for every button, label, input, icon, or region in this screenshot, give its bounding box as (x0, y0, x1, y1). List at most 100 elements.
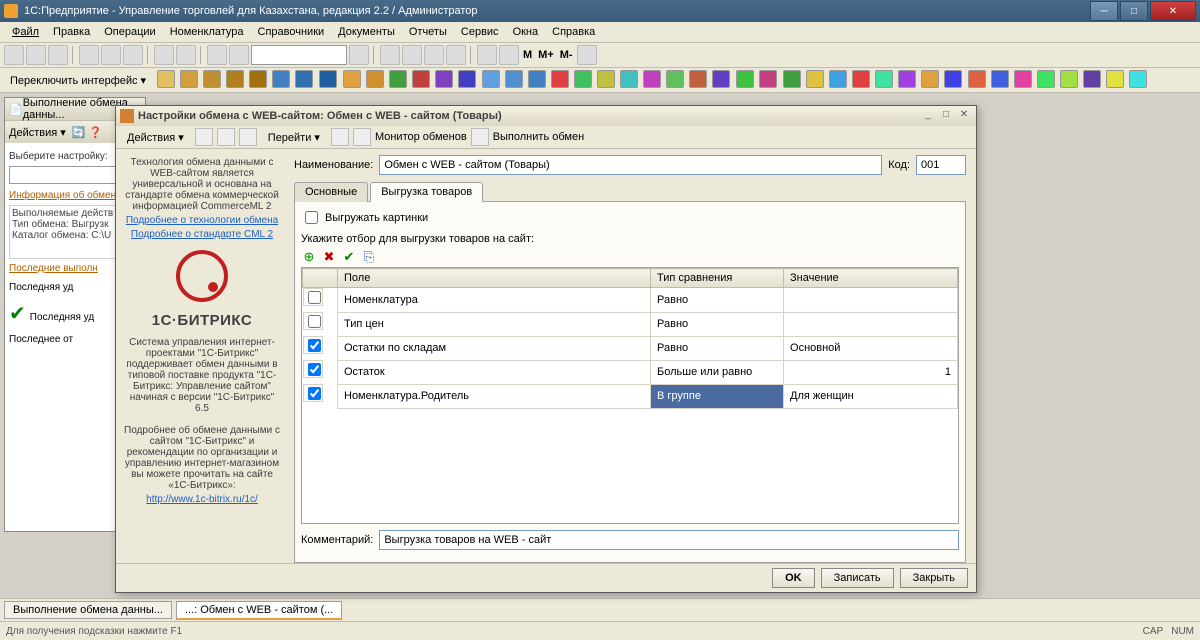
tb2-icon[interactable] (226, 70, 244, 88)
tb2-icon[interactable] (343, 70, 361, 88)
table-row[interactable]: Остатки по складамРавноОсновной (303, 336, 958, 360)
tb2-icon[interactable] (620, 70, 638, 88)
col-field[interactable]: Поле (338, 269, 651, 288)
dialog-close-button[interactable]: ✕ (956, 109, 972, 123)
tb2-icon[interactable] (551, 70, 569, 88)
tb2-icon[interactable] (1129, 70, 1147, 88)
tb2-icon[interactable] (505, 70, 523, 88)
dlg-refresh-icon[interactable] (239, 128, 257, 146)
menu-windows[interactable]: Окна (507, 24, 545, 40)
tb2-icon[interactable] (272, 70, 290, 88)
table-row[interactable]: Тип ценРавно (303, 312, 958, 336)
side-link-tech[interactable]: Подробнее о технологии обмена (122, 215, 282, 226)
tb2-icon[interactable] (412, 70, 430, 88)
col-compare[interactable]: Тип сравнения (651, 269, 784, 288)
dlg-monitor[interactable]: Монитор обменов (375, 131, 467, 143)
tb-print-icon[interactable] (154, 45, 174, 65)
col-value[interactable]: Значение (784, 269, 958, 288)
menu-nomenclature[interactable]: Номенклатура (164, 24, 250, 40)
zoom-in-plus[interactable]: M+ (536, 49, 556, 61)
tb2-icon[interactable] (435, 70, 453, 88)
tb-find-icon[interactable] (176, 45, 196, 65)
dlg-add-icon[interactable] (195, 128, 213, 146)
tb-undo-icon[interactable] (207, 45, 227, 65)
dlg-help-icon[interactable] (331, 128, 349, 146)
tb-copy-icon[interactable] (101, 45, 121, 65)
bgwin-actions[interactable]: Действия ▾ (9, 126, 66, 139)
tb2-icon[interactable] (249, 70, 267, 88)
tb2-icon[interactable] (597, 70, 615, 88)
table-row[interactable]: Номенклатура.РодительВ группеДля женщин (303, 384, 958, 408)
tb2-icon[interactable] (1060, 70, 1078, 88)
dialog-max-button[interactable]: □ (938, 109, 954, 123)
tb-paste-icon[interactable] (123, 45, 143, 65)
tb2-icon[interactable] (852, 70, 870, 88)
tb2-icon[interactable] (482, 70, 500, 88)
tb-tag-icon[interactable] (499, 45, 519, 65)
tb-help-icon[interactable] (446, 45, 466, 65)
tb2-icon[interactable] (389, 70, 407, 88)
code-input[interactable] (916, 155, 966, 175)
dlg-run-icon[interactable] (471, 128, 489, 146)
tb-calc-icon[interactable] (380, 45, 400, 65)
menu-operations[interactable]: Операции (98, 24, 161, 40)
tb2-icon[interactable] (458, 70, 476, 88)
dlg-goto[interactable]: Перейти ▾ (261, 128, 327, 147)
tb2-icon[interactable] (180, 70, 198, 88)
tb2-icon[interactable] (736, 70, 754, 88)
tb-search-go-icon[interactable] (349, 45, 369, 65)
row-checkbox[interactable] (308, 291, 321, 304)
tb2-icon[interactable] (968, 70, 986, 88)
tb2-icon[interactable] (528, 70, 546, 88)
tb-open-icon[interactable] (26, 45, 46, 65)
tb2-icon[interactable] (157, 70, 175, 88)
tb-save-icon[interactable] (48, 45, 68, 65)
row-checkbox[interactable] (308, 387, 321, 400)
tb2-icon[interactable] (806, 70, 824, 88)
tb2-icon[interactable] (203, 70, 221, 88)
tb2-icon[interactable] (1106, 70, 1124, 88)
search-input[interactable] (251, 45, 347, 65)
tb2-icon[interactable] (574, 70, 592, 88)
task-item[interactable]: Выполнение обмена данны... (4, 601, 172, 619)
tab-main[interactable]: Основные (294, 182, 368, 202)
menu-refs[interactable]: Справочники (252, 24, 331, 40)
tb2-icon[interactable] (875, 70, 893, 88)
maximize-button[interactable]: □ (1120, 1, 1148, 21)
table-row[interactable]: ОстатокБольше или равно1 (303, 360, 958, 384)
grid-copy-icon[interactable]: ⎘ (361, 249, 377, 265)
tb2-icon[interactable] (759, 70, 777, 88)
tb2-icon[interactable] (1083, 70, 1101, 88)
menu-help[interactable]: Справка (546, 24, 601, 40)
grid-check-icon[interactable]: ✔ (341, 249, 357, 265)
tb-chart-icon[interactable] (477, 45, 497, 65)
tb2-icon[interactable] (898, 70, 916, 88)
tb2-icon[interactable] (666, 70, 684, 88)
tb-more-icon[interactable] (577, 45, 597, 65)
filter-grid[interactable]: Поле Тип сравнения Значение Номенклатура… (302, 268, 958, 409)
tb2-icon[interactable] (366, 70, 384, 88)
menu-edit[interactable]: Правка (47, 24, 96, 40)
tb2-icon[interactable] (1037, 70, 1055, 88)
tb2-icon[interactable] (829, 70, 847, 88)
task-item[interactable]: ...: Обмен с WEB - сайтом (... (176, 601, 342, 620)
dlg-mon-icon[interactable] (353, 128, 371, 146)
row-checkbox[interactable] (308, 315, 321, 328)
ok-button[interactable]: OK (772, 568, 815, 588)
name-input[interactable] (379, 155, 882, 175)
tb2-icon[interactable] (1014, 70, 1032, 88)
menu-service[interactable]: Сервис (455, 24, 505, 40)
tb2-icon[interactable] (319, 70, 337, 88)
tb2-icon[interactable] (689, 70, 707, 88)
save-button[interactable]: Записать (821, 568, 894, 588)
minimize-button[interactable]: ─ (1090, 1, 1118, 21)
close-button[interactable]: ✕ (1150, 1, 1196, 21)
tab-export-goods[interactable]: Выгрузка товаров (370, 182, 483, 202)
tb2-icon[interactable] (295, 70, 313, 88)
tb2-icon[interactable] (944, 70, 962, 88)
menu-documents[interactable]: Документы (332, 24, 401, 40)
tb2-icon[interactable] (991, 70, 1009, 88)
tb-new-icon[interactable] (4, 45, 24, 65)
tb-cut-icon[interactable] (79, 45, 99, 65)
tb2-icon[interactable] (921, 70, 939, 88)
